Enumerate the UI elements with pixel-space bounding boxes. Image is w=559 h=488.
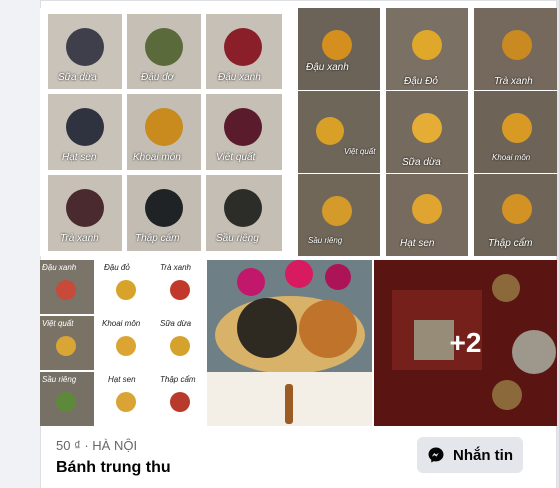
photo-cell: Đậu Đỏ xyxy=(386,8,468,90)
rose xyxy=(237,268,265,296)
flavor-label: Hạt sen xyxy=(400,238,435,249)
mooncake xyxy=(502,194,532,224)
mooncake xyxy=(116,336,136,356)
photo-cell: Hạt sen xyxy=(98,372,152,426)
violin-ornament xyxy=(285,384,293,424)
mooncake xyxy=(412,113,442,143)
flavor-label: Khoai môn xyxy=(492,153,531,162)
photo-cell: Thập cẩm xyxy=(474,174,557,256)
more-photos-overlay[interactable]: +2 xyxy=(374,260,557,426)
photo-cell: Đậu đơ xyxy=(127,14,201,89)
listing-photo-5-more[interactable]: +2 xyxy=(374,260,557,426)
mooncake xyxy=(412,30,442,60)
flavor-label: Đậu xanh xyxy=(218,72,261,83)
flavor-label: Đậu đơ xyxy=(141,72,174,83)
photo-cell: Khoai môn xyxy=(127,94,201,170)
photo-cell: Trà xanh xyxy=(156,260,205,314)
flavor-label: Sầu riêng xyxy=(42,375,77,384)
photo-cell: Sữa dừa xyxy=(48,14,122,89)
mooncake xyxy=(56,392,76,412)
mooncake xyxy=(56,280,76,300)
photo-cell: Sữa dừa xyxy=(386,91,468,173)
messenger-icon xyxy=(428,447,444,463)
flavor-label: Thập cẩm xyxy=(488,238,533,249)
flavor-label: Sữa dừa xyxy=(58,72,97,83)
flavor-label: Đậu xanh xyxy=(306,62,349,73)
photo-cell: Việt quất xyxy=(298,91,380,173)
mooncake xyxy=(66,108,104,146)
flavor-label: Trà xanh xyxy=(160,263,191,272)
flavor-label: Thập cẩm xyxy=(135,233,180,244)
photo-cell: Đậu xanh xyxy=(206,14,282,89)
mooncake xyxy=(224,108,262,146)
listing-photo-grid: Sữa dừa Đậu đơ Đậu xanh Hạt sen Khoai mô… xyxy=(40,8,557,426)
listing-photo-4[interactable] xyxy=(207,260,372,426)
flavor-label: Trà xanh xyxy=(494,76,533,87)
listing-photo-3[interactable]: Đậu xanh Đậu đỏ Trà xanh Việt quất Khoai… xyxy=(40,260,205,426)
flavor-label: Hạt sen xyxy=(62,152,97,163)
photo-cell: Việt quất xyxy=(206,94,282,170)
mooncake xyxy=(412,194,442,224)
mooncake xyxy=(116,392,136,412)
flavor-label: Thập cẩm xyxy=(160,375,196,384)
message-seller-button[interactable]: Nhắn tin xyxy=(417,437,523,473)
mooncake xyxy=(224,28,262,66)
photo-cell: Thập cẩm xyxy=(127,175,201,251)
flavor-label: Sầu riêng xyxy=(308,236,343,245)
flavor-label: Khoai môn xyxy=(133,152,181,163)
listing-photo-2[interactable]: Đậu xanh Đậu Đỏ Trà xanh Việt quất Sữa d… xyxy=(298,8,557,256)
photo-cell: Sữa dừa xyxy=(156,316,205,370)
mooncake xyxy=(66,189,104,227)
photo-cell: Đậu xanh xyxy=(40,260,94,314)
flavor-label: Sữa dừa xyxy=(402,157,441,168)
photo-cell: Đậu đỏ xyxy=(98,260,152,314)
mooncake xyxy=(322,30,352,60)
mooncake xyxy=(170,392,190,412)
photo-cell: Đậu xanh xyxy=(298,8,380,90)
mooncake xyxy=(237,298,297,358)
photo-cell: Sầu riêng xyxy=(298,174,380,256)
rose xyxy=(325,264,351,290)
flavor-label: Đậu Đỏ xyxy=(404,76,438,87)
photo-cell: Khoai môn xyxy=(98,316,152,370)
flavor-label: Hạt sen xyxy=(108,375,136,384)
flavor-label: Đậu đỏ xyxy=(104,263,130,272)
photo-cell: Sầu riêng xyxy=(206,175,282,251)
mooncake xyxy=(145,28,183,66)
photo-cell: Sầu riêng xyxy=(40,372,94,426)
mooncake xyxy=(224,189,262,227)
mooncake xyxy=(145,108,183,146)
flavor-label: Đậu xanh xyxy=(42,263,77,272)
photo-cell: Trà xanh xyxy=(474,8,557,90)
photo-cell: Hạt sen xyxy=(386,174,468,256)
mooncake xyxy=(299,300,357,358)
mooncake xyxy=(66,28,104,66)
mooncake xyxy=(502,30,532,60)
message-button-label: Nhắn tin xyxy=(453,446,513,464)
rose xyxy=(285,260,313,288)
mooncake xyxy=(56,336,76,356)
flavor-label: Sữa dừa xyxy=(160,319,192,328)
listing-photo-1[interactable]: Sữa dừa Đậu đơ Đậu xanh Hạt sen Khoai mô… xyxy=(40,8,297,256)
flavor-label: Việt quất xyxy=(42,319,74,328)
photo-cell: Khoai môn xyxy=(474,91,557,173)
flavor-label: Khoai môn xyxy=(102,319,141,328)
mooncake xyxy=(145,189,183,227)
price-location: 50 ₫ · HÀ NỘI xyxy=(56,438,138,453)
flavor-label: Sầu riêng xyxy=(216,233,259,244)
photo-cell: Trà xanh xyxy=(48,175,122,251)
listing-title[interactable]: Bánh trung thu xyxy=(56,459,171,477)
mooncake xyxy=(502,113,532,143)
photo-cell: Việt quất xyxy=(40,316,94,370)
flavor-label: Trà xanh xyxy=(60,233,99,244)
mooncake xyxy=(116,280,136,300)
flavor-label: Việt quất xyxy=(216,152,256,163)
mooncake xyxy=(170,336,190,356)
flavor-label: Việt quất xyxy=(344,147,376,156)
mooncake xyxy=(170,280,190,300)
photo-cell: Hạt sen xyxy=(48,94,122,170)
mooncake xyxy=(322,196,352,226)
mooncake xyxy=(316,117,344,145)
photo-cell: Thập cẩm xyxy=(156,372,205,426)
